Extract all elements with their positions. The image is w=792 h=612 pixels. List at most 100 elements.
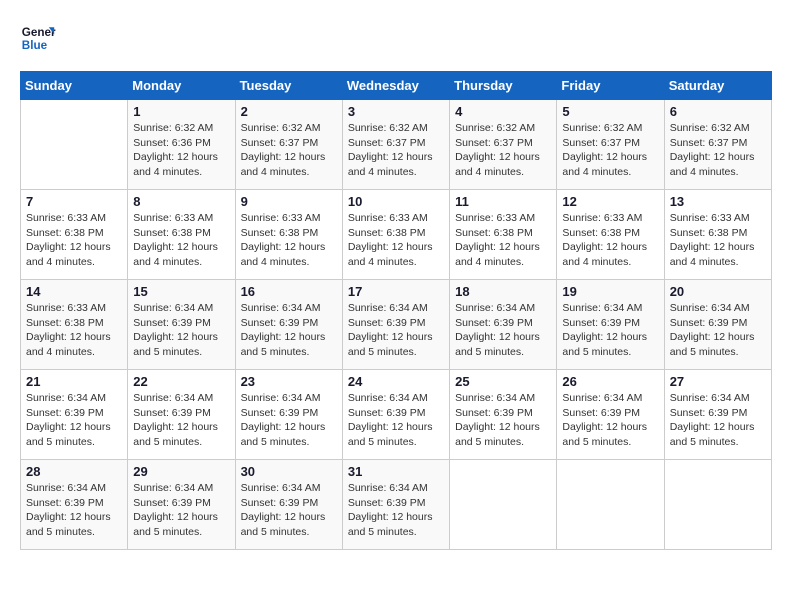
calendar-cell: 4Sunrise: 6:32 AMSunset: 6:37 PMDaylight… — [450, 100, 557, 190]
calendar-cell: 13 Sunrise: 6:33 AMSunset: 6:38 PMDayligh… — [664, 190, 771, 280]
day-info: Sunrise: 6:34 AMSunset: 6:39 PMDaylight:… — [133, 481, 229, 540]
day-number: 23 — [241, 374, 337, 389]
day-info: Sunrise: 6:33 AMSunset: 6:38 PMDaylight:… — [562, 211, 658, 270]
day-number: 24 — [348, 374, 444, 389]
day-info: Sunrise: 6:34 AMSunset: 6:39 PMDaylight:… — [133, 301, 229, 360]
day-info: Sunrise: 6:32 AMSunset: 6:37 PMDaylight:… — [670, 121, 766, 180]
day-number: 13 — [670, 194, 766, 209]
day-info: Sunrise: 6:34 AMSunset: 6:39 PMDaylight:… — [562, 301, 658, 360]
calendar-header-friday: Friday — [557, 72, 664, 100]
day-info: Sunrise: 6:33 AMSunset: 6:38 PMDaylight:… — [455, 211, 551, 270]
day-info: Sunrise: 6:34 AMSunset: 6:39 PMDaylight:… — [670, 301, 766, 360]
day-number: 26 — [562, 374, 658, 389]
calendar-header-tuesday: Tuesday — [235, 72, 342, 100]
calendar-header-thursday: Thursday — [450, 72, 557, 100]
day-number: 10 — [348, 194, 444, 209]
day-number: 14 — [26, 284, 122, 299]
day-number: 19 — [562, 284, 658, 299]
calendar-cell: 9Sunrise: 6:33 AMSunset: 6:38 PMDaylight… — [235, 190, 342, 280]
calendar-week-row: 28Sunrise: 6:34 AMSunset: 6:39 PMDayligh… — [21, 460, 772, 550]
calendar-cell — [557, 460, 664, 550]
day-info: Sunrise: 6:33 AMSunset: 6:38 PMDaylight:… — [670, 211, 766, 270]
day-number: 15 — [133, 284, 229, 299]
day-number: 21 — [26, 374, 122, 389]
calendar-cell: 25 Sunrise: 6:34 AMSunset: 6:39 PMDayligh… — [450, 370, 557, 460]
day-info: Sunrise: 6:34 AMSunset: 6:39 PMDaylight:… — [562, 391, 658, 450]
calendar-cell: 23 Sunrise: 6:34 AMSunset: 6:39 PMDayligh… — [235, 370, 342, 460]
day-info: Sunrise: 6:34 AMSunset: 6:39 PMDaylight:… — [670, 391, 766, 450]
calendar-body: 1 Sunrise: 6:32 AMSunset: 6:36 PMDaylight… — [21, 100, 772, 550]
calendar-week-row: 7 Sunrise: 6:33 AMSunset: 6:38 PMDaylight… — [21, 190, 772, 280]
day-number: 27 — [670, 374, 766, 389]
calendar-cell: 30 Sunrise: 6:34 AMSunset: 6:39 PMDayligh… — [235, 460, 342, 550]
calendar-header-saturday: Saturday — [664, 72, 771, 100]
day-number: 16 — [241, 284, 337, 299]
calendar-cell: 12 Sunrise: 6:33 AMSunset: 6:38 PMDayligh… — [557, 190, 664, 280]
day-info: Sunrise: 6:33 AMSunset: 6:38 PMDaylight:… — [133, 211, 229, 270]
day-info: Sunrise: 6:32 AMSunset: 6:37 PMDaylight:… — [348, 121, 444, 180]
page-header: General Blue — [20, 20, 772, 56]
day-info: Sunrise: 6:33 AMSunset: 6:38 PMDaylight:… — [26, 211, 122, 270]
calendar-cell: 7 Sunrise: 6:33 AMSunset: 6:38 PMDaylight… — [21, 190, 128, 280]
day-number: 9 — [241, 194, 337, 209]
calendar-cell: 31 Sunrise: 6:34 AMSunset: 6:39 PMDayligh… — [342, 460, 449, 550]
day-number: 2 — [241, 104, 337, 119]
day-number: 31 — [348, 464, 444, 479]
day-number: 1 — [133, 104, 229, 119]
day-number: 8 — [133, 194, 229, 209]
day-number: 5 — [562, 104, 658, 119]
calendar-cell: 29Sunrise: 6:34 AMSunset: 6:39 PMDayligh… — [128, 460, 235, 550]
calendar-cell: 15 Sunrise: 6:34 AMSunset: 6:39 PMDayligh… — [128, 280, 235, 370]
day-info: Sunrise: 6:34 AMSunset: 6:39 PMDaylight:… — [455, 391, 551, 450]
calendar-cell: 6 Sunrise: 6:32 AMSunset: 6:37 PMDaylight… — [664, 100, 771, 190]
day-info: Sunrise: 6:33 AMSunset: 6:38 PMDaylight:… — [26, 301, 122, 360]
day-info: Sunrise: 6:34 AMSunset: 6:39 PMDaylight:… — [26, 481, 122, 540]
day-number: 25 — [455, 374, 551, 389]
calendar-cell: 3 Sunrise: 6:32 AMSunset: 6:37 PMDaylight… — [342, 100, 449, 190]
calendar-cell: 20 Sunrise: 6:34 AMSunset: 6:39 PMDayligh… — [664, 280, 771, 370]
day-info: Sunrise: 6:34 AMSunset: 6:39 PMDaylight:… — [133, 391, 229, 450]
calendar-cell: 28Sunrise: 6:34 AMSunset: 6:39 PMDayligh… — [21, 460, 128, 550]
calendar-table: SundayMondayTuesdayWednesdayThursdayFrid… — [20, 71, 772, 550]
day-info: Sunrise: 6:34 AMSunset: 6:39 PMDaylight:… — [348, 481, 444, 540]
calendar-cell: 11Sunrise: 6:33 AMSunset: 6:38 PMDayligh… — [450, 190, 557, 280]
day-number: 30 — [241, 464, 337, 479]
day-number: 3 — [348, 104, 444, 119]
day-number: 18 — [455, 284, 551, 299]
calendar-cell: 19 Sunrise: 6:34 AMSunset: 6:39 PMDayligh… — [557, 280, 664, 370]
day-info: Sunrise: 6:34 AMSunset: 6:39 PMDaylight:… — [241, 301, 337, 360]
calendar-header-row: SundayMondayTuesdayWednesdayThursdayFrid… — [21, 72, 772, 100]
day-number: 20 — [670, 284, 766, 299]
calendar-cell: 24Sunrise: 6:34 AMSunset: 6:39 PMDayligh… — [342, 370, 449, 460]
calendar-cell: 2 Sunrise: 6:32 AMSunset: 6:37 PMDaylight… — [235, 100, 342, 190]
logo-icon: General Blue — [20, 20, 56, 56]
calendar-cell — [21, 100, 128, 190]
day-number: 6 — [670, 104, 766, 119]
day-number: 12 — [562, 194, 658, 209]
day-number: 22 — [133, 374, 229, 389]
calendar-cell — [664, 460, 771, 550]
day-number: 7 — [26, 194, 122, 209]
calendar-cell: 5 Sunrise: 6:32 AMSunset: 6:37 PMDaylight… — [557, 100, 664, 190]
calendar-cell: 17 Sunrise: 6:34 AMSunset: 6:39 PMDayligh… — [342, 280, 449, 370]
day-number: 17 — [348, 284, 444, 299]
svg-text:Blue: Blue — [22, 39, 48, 52]
day-info: Sunrise: 6:32 AMSunset: 6:36 PMDaylight:… — [133, 121, 229, 180]
day-info: Sunrise: 6:34 AMSunset: 6:39 PMDaylight:… — [455, 301, 551, 360]
day-info: Sunrise: 6:32 AMSunset: 6:37 PMDaylight:… — [241, 121, 337, 180]
logo: General Blue — [20, 20, 56, 56]
calendar-header-sunday: Sunday — [21, 72, 128, 100]
day-info: Sunrise: 6:34 AMSunset: 6:39 PMDaylight:… — [241, 391, 337, 450]
day-info: Sunrise: 6:33 AMSunset: 6:38 PMDaylight:… — [348, 211, 444, 270]
calendar-week-row: 21 Sunrise: 6:34 AMSunset: 6:39 PMDayligh… — [21, 370, 772, 460]
day-info: Sunrise: 6:34 AMSunset: 6:39 PMDaylight:… — [241, 481, 337, 540]
calendar-week-row: 14 Sunrise: 6:33 AMSunset: 6:38 PMDayligh… — [21, 280, 772, 370]
calendar-week-row: 1 Sunrise: 6:32 AMSunset: 6:36 PMDaylight… — [21, 100, 772, 190]
calendar-cell: 14 Sunrise: 6:33 AMSunset: 6:38 PMDayligh… — [21, 280, 128, 370]
calendar-cell: 21Sunrise: 6:34 AMSunset: 6:39 PMDayligh… — [21, 370, 128, 460]
calendar-header-wednesday: Wednesday — [342, 72, 449, 100]
day-info: Sunrise: 6:32 AMSunset: 6:37 PMDaylight:… — [562, 121, 658, 180]
calendar-cell — [450, 460, 557, 550]
calendar-cell: 27 Sunrise: 6:34 AMSunset: 6:39 PMDayligh… — [664, 370, 771, 460]
day-info: Sunrise: 6:34 AMSunset: 6:39 PMDaylight:… — [348, 301, 444, 360]
